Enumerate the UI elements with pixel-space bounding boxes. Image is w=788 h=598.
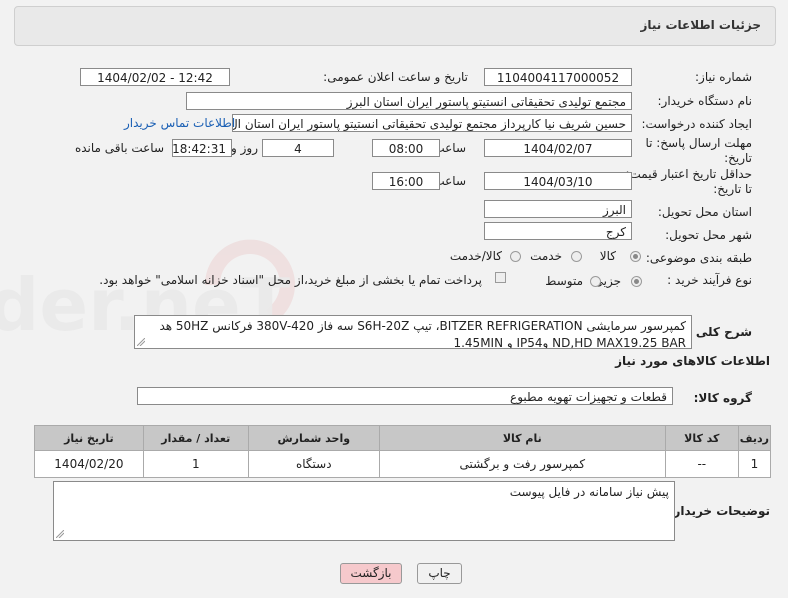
table-row[interactable]: 1 -- کمپرسور رفت و برگشتی دستگاه 1 1404/…	[34, 450, 772, 478]
deadline-days-field: 4	[262, 139, 334, 157]
delivery-province-label: استان محل تحویل:	[657, 205, 752, 219]
remaining-time-label: ساعت باقی مانده	[74, 141, 164, 155]
description-line2: ND,HD MAX19.25 BAR وIP54 و 1.45MIN	[453, 336, 686, 349]
goods-group-label: گروه کالا:	[693, 391, 752, 405]
delivery-city-label: شهر محل تحویل:	[665, 228, 752, 242]
row-code: --	[664, 450, 739, 478]
goods-section-title: اطلاعات کالاهای مورد نیاز	[615, 354, 770, 368]
purchase-process-label: نوع فرآیند خرید :	[667, 273, 752, 287]
category-option-service: خدمت	[530, 249, 562, 263]
row-qty: 1	[142, 450, 249, 478]
buyer-notes-textarea: پیش نیاز سامانه در فایل پیوست	[53, 481, 675, 541]
need-number-field: 1104004117000052	[484, 68, 632, 86]
need-number-label: شماره نیاز:	[695, 70, 752, 84]
goods-group-field: قطعات و تجهیزات تهویه مطبوع	[137, 387, 673, 405]
buyer-contact-link[interactable]: اطلاعات تماس خریدار	[124, 116, 235, 130]
buyer-notes-text: پیش نیاز سامانه در فایل پیوست	[509, 485, 669, 499]
header-unit: واحد شمارش	[247, 425, 380, 451]
process-radio-medium[interactable]	[590, 276, 601, 287]
back-button[interactable]: بازگشت	[340, 563, 402, 584]
description-textarea: کمپرسور سرمایشی BITZER REFRIGERATION، تی…	[134, 315, 692, 349]
process-radio-minor[interactable]	[631, 276, 642, 287]
row-name: کمپرسور رفت و برگشتی	[378, 450, 666, 478]
resize-grip-icon[interactable]	[56, 530, 64, 538]
buyer-notes-label: توضیحات خریدار:	[668, 504, 770, 518]
category-option-goods-service: کالا/خدمت	[449, 249, 502, 263]
price-validity-label-line2: تا تاریخ:	[713, 182, 752, 196]
description-line1: کمپرسور سرمایشی BITZER REFRIGERATION، تی…	[159, 319, 686, 333]
deadline-days-label: روز و	[231, 141, 258, 155]
deadline-time-field: 08:00	[372, 139, 440, 157]
treasury-payment-checkbox[interactable]	[495, 272, 506, 283]
announce-datetime-label: تاریخ و ساعت اعلان عمومی:	[323, 70, 468, 84]
treasury-payment-note: پرداخت تمام یا بخشی از مبلغ خرید،از محل …	[99, 273, 482, 287]
category-radio-service[interactable]	[571, 251, 582, 262]
buyer-org-label: نام دستگاه خریدار:	[657, 94, 753, 108]
process-option-medium: متوسط	[545, 274, 583, 288]
deadline-label-line2: تاریخ:	[724, 151, 752, 165]
header-panel: جزئیات اطلاعات نیاز	[14, 6, 776, 46]
delivery-province-field: البرز	[484, 200, 632, 218]
buyer-org-field: مجتمع تولیدی تحقیقاتی انستیتو پاستور ایر…	[186, 92, 632, 110]
price-validity-time-field: 16:00	[372, 172, 440, 190]
category-option-goods: کالا	[599, 249, 616, 263]
requester-field: حسین شریف نیا کارپرداز مجتمع تولیدی تحقی…	[232, 114, 632, 132]
header-index: ردیف	[737, 425, 772, 451]
deadline-label-line1: مهلت ارسال پاسخ: تا	[645, 136, 752, 150]
goods-table: ردیف کد کالا نام کالا واحد شمارش تعداد /…	[34, 425, 772, 478]
row-date: 1404/02/20	[34, 450, 144, 478]
announce-datetime-field: 1404/02/02 - 12:42	[80, 68, 230, 86]
price-validity-date-field: 1404/03/10	[484, 172, 632, 190]
header-name: نام کالا	[378, 425, 666, 451]
category-radio-goods[interactable]	[630, 251, 641, 262]
page-title: جزئیات اطلاعات نیاز	[640, 18, 761, 32]
category-radio-goods-service[interactable]	[510, 251, 521, 262]
deadline-date-field: 1404/02/07	[484, 139, 632, 157]
requester-label: ایجاد کننده درخواست:	[641, 117, 752, 131]
row-unit: دستگاه	[247, 450, 380, 478]
category-label: طبقه بندی موضوعی:	[645, 251, 752, 265]
resize-grip-icon[interactable]	[137, 338, 145, 346]
delivery-city-field: کرج	[484, 222, 632, 240]
remaining-time-field: 18:42:31	[172, 139, 232, 157]
header-qty: تعداد / مقدار	[142, 425, 249, 451]
row-index: 1	[737, 450, 772, 478]
price-validity-label-line1: حداقل تاریخ اعتبار قیمت:	[625, 167, 752, 181]
header-date: تاریخ نیاز	[34, 425, 144, 451]
table-header-row: ردیف کد کالا نام کالا واحد شمارش تعداد /…	[34, 425, 772, 451]
print-button[interactable]: چاپ	[417, 563, 462, 584]
header-code: کد کالا	[664, 425, 739, 451]
